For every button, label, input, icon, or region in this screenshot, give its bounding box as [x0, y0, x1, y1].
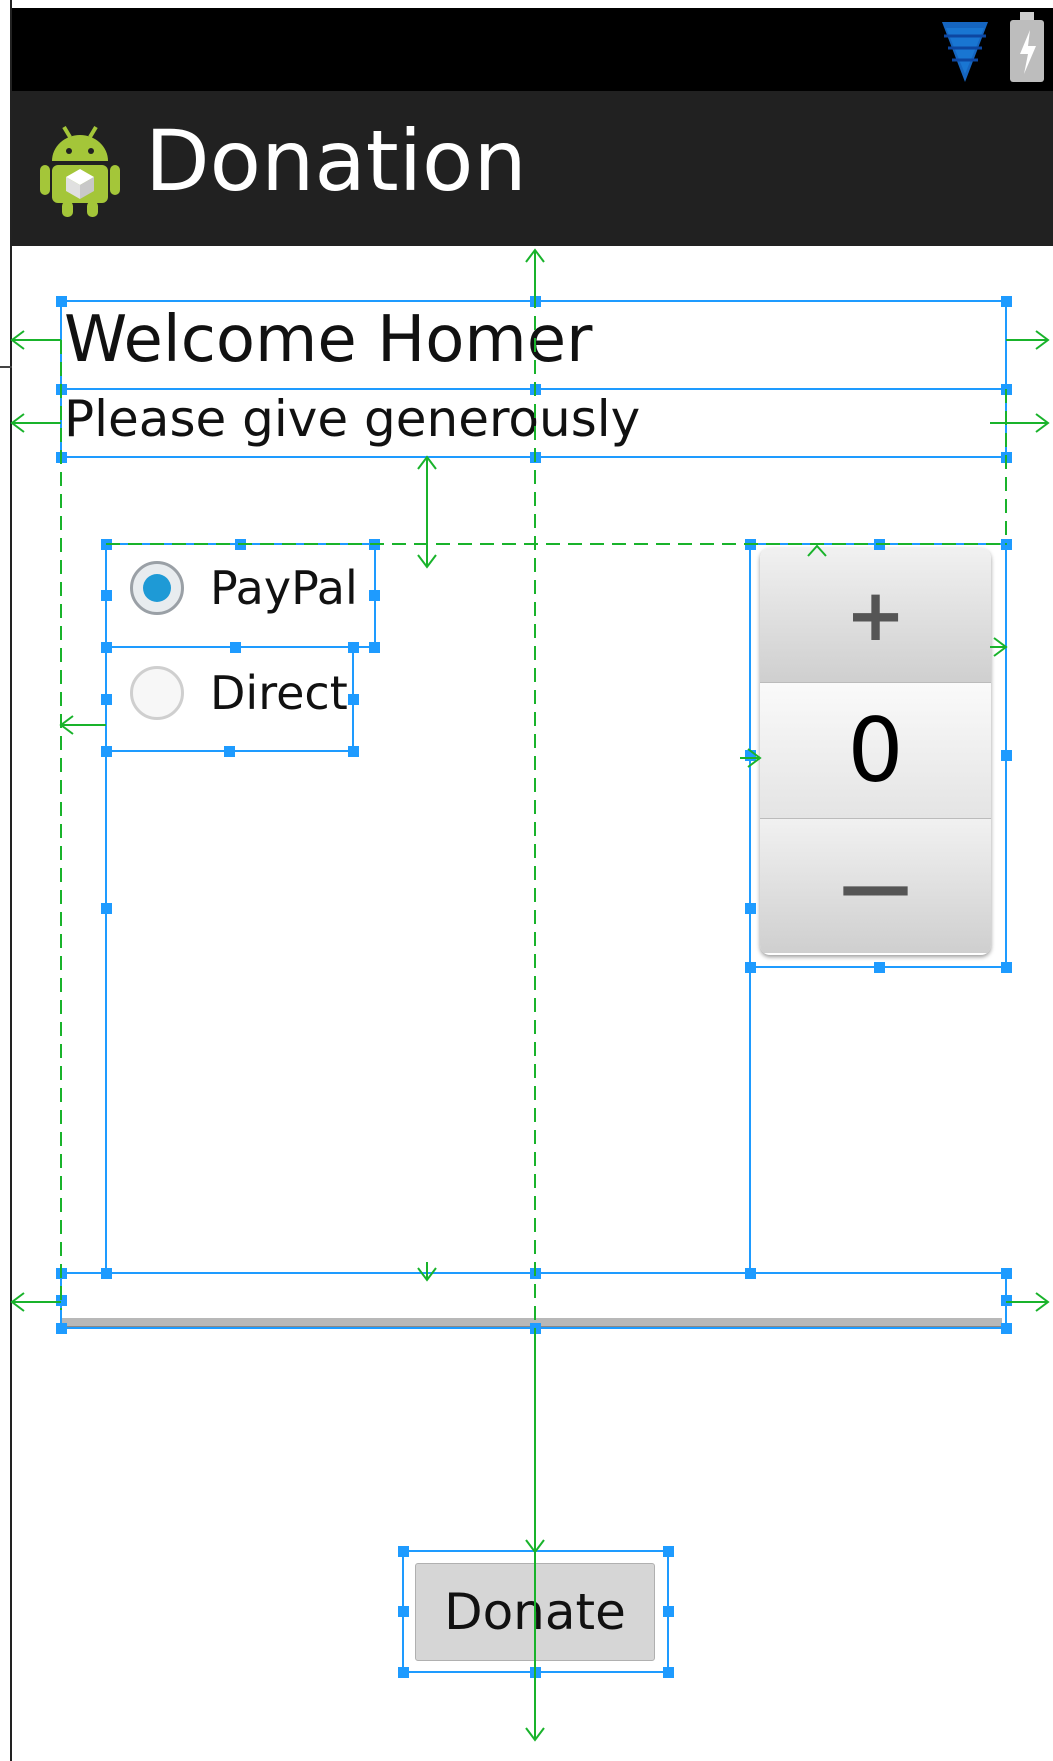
minus-icon: —: [839, 844, 912, 928]
radio-label-direct: Direct: [210, 666, 348, 720]
amount-value[interactable]: 0: [760, 682, 991, 819]
welcome-text[interactable]: Welcome Homer: [64, 308, 592, 372]
wifi-icon: [942, 22, 988, 86]
subtitle-text[interactable]: Please give generously: [64, 394, 640, 444]
increment-button[interactable]: +: [760, 548, 991, 682]
device-frame-edge: [10, 0, 12, 1761]
android-icon: [38, 121, 122, 221]
radio-button-checked[interactable]: [130, 561, 184, 615]
status-bar: [12, 8, 1053, 91]
radio-paypal[interactable]: PayPal: [130, 561, 358, 615]
content-area: [12, 246, 1053, 1761]
decrement-button[interactable]: —: [760, 819, 991, 953]
action-bar: Donation: [12, 91, 1053, 246]
radio-direct[interactable]: Direct: [130, 666, 348, 720]
radio-label-paypal: PayPal: [210, 561, 358, 615]
radio-button-unchecked[interactable]: [130, 666, 184, 720]
app-title: Donation: [145, 112, 527, 210]
plus-icon: +: [845, 573, 906, 657]
battery-charging-icon: [1010, 12, 1044, 86]
amount-number-picker[interactable]: + 0 —: [760, 548, 991, 955]
donate-button[interactable]: Donate: [415, 1563, 655, 1661]
donation-progress-bar: [62, 1318, 1002, 1328]
